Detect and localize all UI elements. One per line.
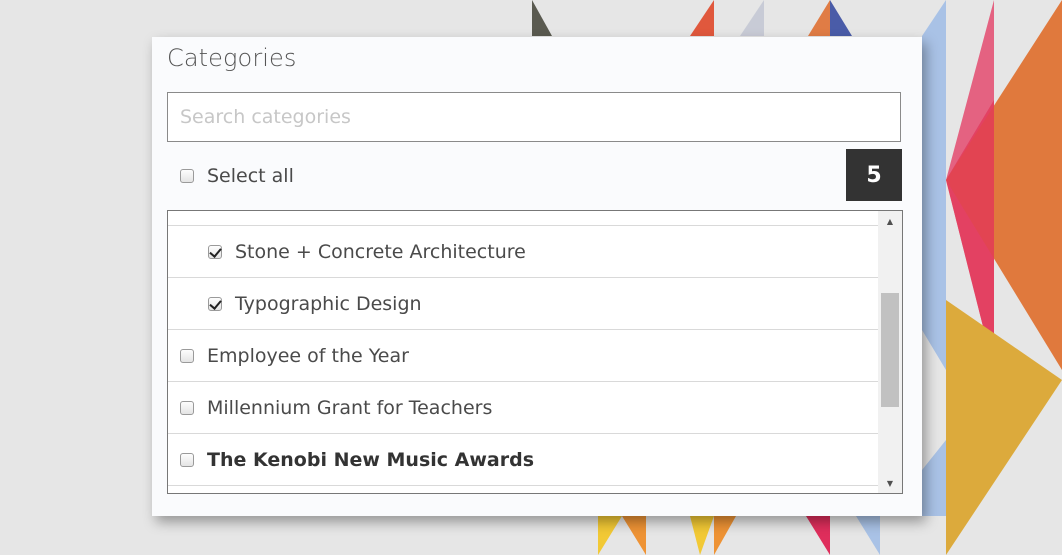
list-scrollbar[interactable]: ▲ ▼ — [878, 211, 902, 493]
list-item[interactable]: Stone + Concrete Architecture — [168, 226, 878, 278]
panel-title: Categories — [167, 44, 297, 72]
list-item-label: Millennium Grant for Teachers — [207, 396, 493, 419]
list-item-checkbox[interactable] — [208, 296, 222, 311]
scroll-thumb[interactable] — [881, 293, 899, 407]
selected-count-badge: 5 — [846, 149, 902, 201]
category-list-items: Stone + Concrete Architecture Typographi… — [168, 211, 878, 486]
list-item-checkbox[interactable] — [180, 400, 194, 415]
list-item-label: Typographic Design — [235, 292, 422, 315]
search-categories-input[interactable] — [167, 92, 901, 142]
page: Categories Select all 5 Stone + Concrete… — [0, 0, 1062, 555]
category-list[interactable]: Stone + Concrete Architecture Typographi… — [167, 210, 903, 494]
list-item-partial — [168, 211, 878, 226]
scroll-down-icon[interactable]: ▼ — [878, 475, 902, 491]
list-item-checkbox[interactable] — [180, 348, 194, 363]
list-item[interactable]: Millennium Grant for Teachers — [168, 382, 878, 434]
list-item[interactable]: Employee of the Year — [168, 330, 878, 382]
list-item[interactable]: The Kenobi New Music Awards — [168, 434, 878, 486]
list-item-label: Stone + Concrete Architecture — [235, 240, 526, 263]
select-all-label: Select all — [207, 165, 294, 187]
select-all-checkbox[interactable]: Select all — [180, 165, 294, 187]
list-item-checkbox[interactable] — [208, 244, 222, 259]
list-item-label: The Kenobi New Music Awards — [207, 448, 535, 471]
categories-panel: Categories Select all 5 Stone + Concrete… — [152, 37, 922, 516]
select-all-checkbox-box[interactable] — [180, 169, 194, 183]
list-item[interactable]: Typographic Design — [168, 278, 878, 330]
scroll-up-icon[interactable]: ▲ — [878, 213, 902, 229]
list-item-label: Employee of the Year — [207, 344, 409, 367]
list-item-checkbox[interactable] — [180, 452, 194, 467]
